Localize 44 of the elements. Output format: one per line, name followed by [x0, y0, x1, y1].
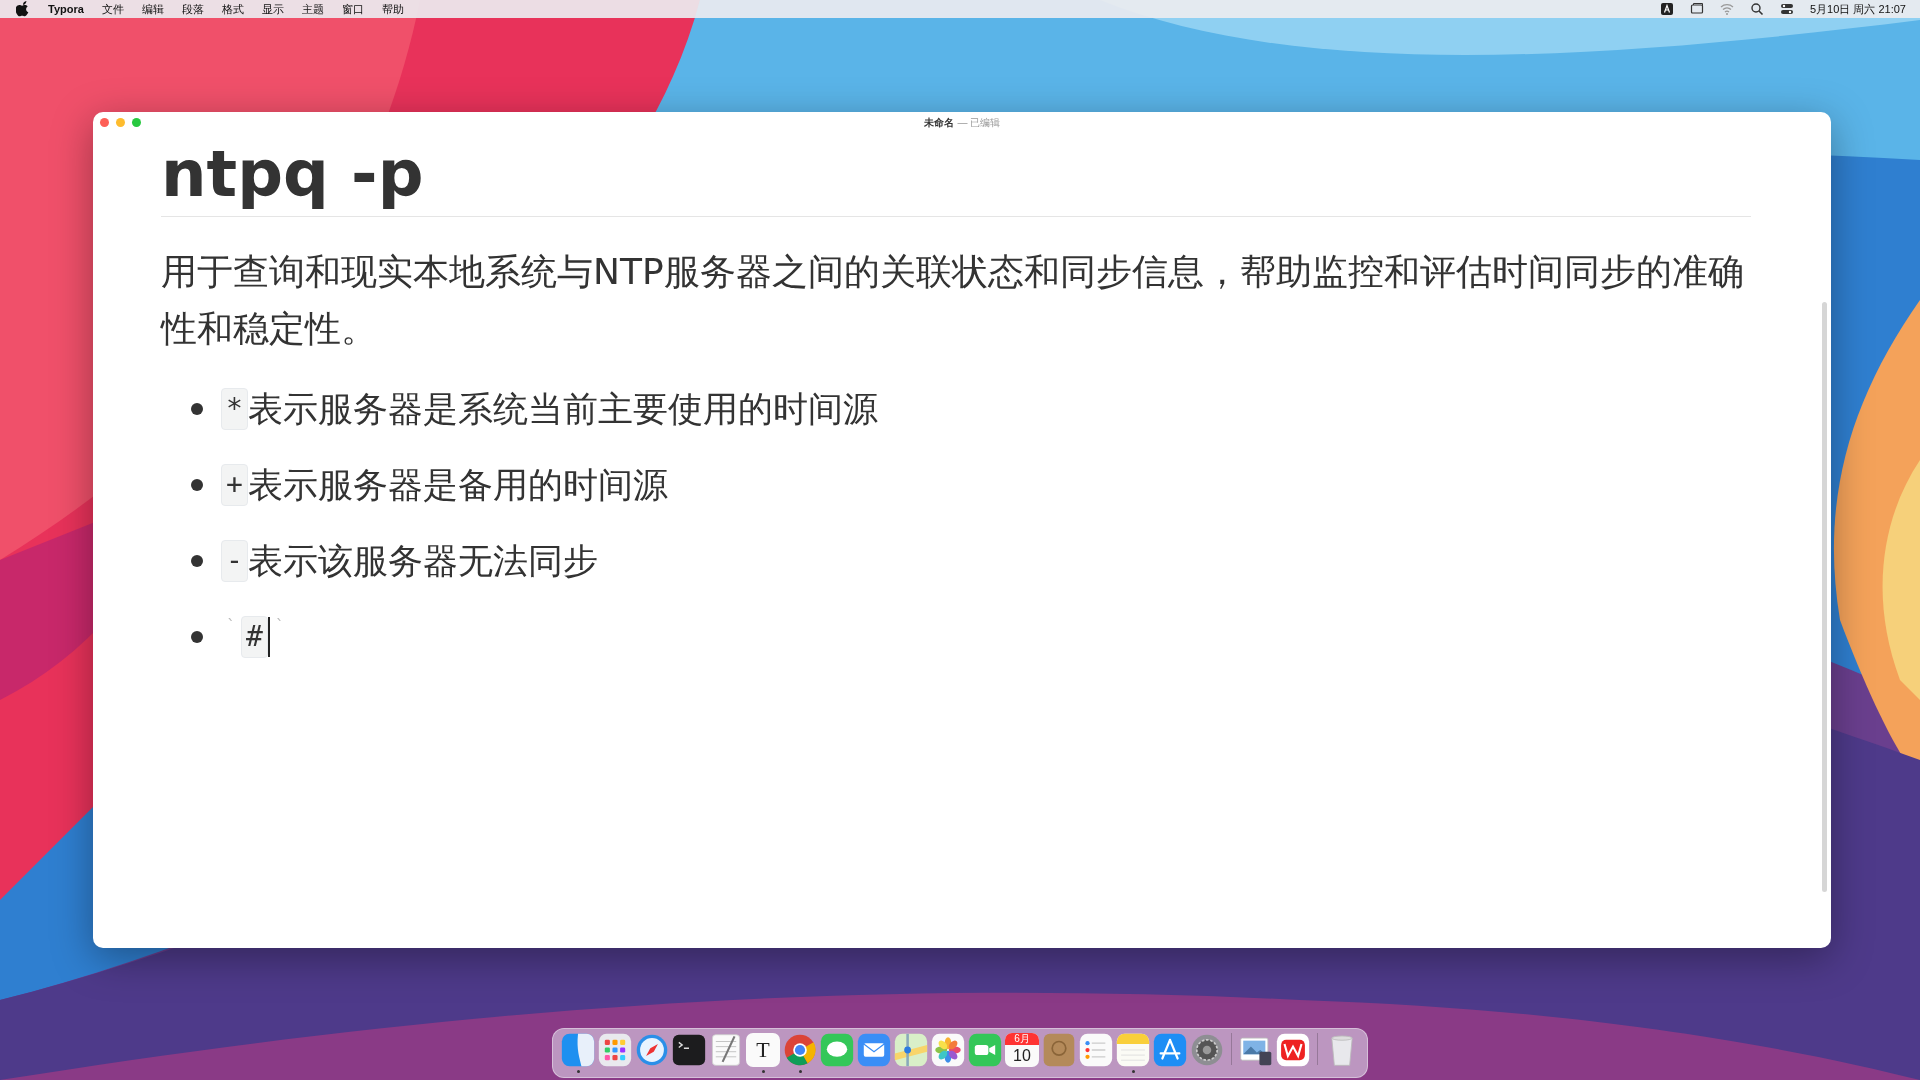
list-item-text: 表示服务器是系统当前主要使用的时间源 [247, 387, 878, 431]
zoom-button[interactable] [132, 117, 141, 127]
bullet-dot [191, 631, 203, 643]
notepad-icon[interactable] [709, 1033, 743, 1067]
text-cursor [267, 617, 270, 657]
browser-icon[interactable] [783, 1033, 817, 1067]
bullet-dot [191, 555, 203, 567]
clock[interactable]: 5月10日 周六 21:07 [1810, 1, 1906, 17]
inline-code: * [221, 388, 248, 430]
menu-item[interactable]: 主题 [301, 1, 324, 17]
text-editor-icon[interactable]: T [746, 1033, 780, 1067]
input-source-icon[interactable] [1660, 2, 1674, 16]
settings-icon[interactable] [1190, 1033, 1224, 1067]
menu-item[interactable]: 编辑 [141, 1, 164, 17]
bullet-dot [191, 479, 203, 491]
heading: ntpq -p [161, 138, 1751, 217]
scrollbar[interactable] [1822, 302, 1827, 892]
paragraph: 用于查询和现实本地系统与NTP服务器之间的关联状态和同步信息，帮助监控和评估时间同步的准确性和稳定性。 [161, 250, 1745, 351]
menu-item[interactable]: 帮助 [381, 1, 404, 17]
toggles-icon[interactable] [1780, 2, 1794, 16]
menu-item[interactable]: 格式 [221, 1, 244, 17]
edited-status: — 已编辑 [957, 117, 1001, 128]
bullet-dot [191, 403, 203, 415]
close-button[interactable] [100, 117, 109, 127]
wifi-icon[interactable] [1720, 2, 1734, 16]
backtick-mark: ` [227, 616, 235, 635]
display-icon[interactable] [1690, 2, 1704, 16]
inline-code: + [221, 464, 248, 506]
search-icon[interactable] [1750, 2, 1764, 16]
menu-item[interactable]: 段落 [181, 1, 204, 17]
inline-code: # [241, 616, 268, 658]
calendar-icon[interactable]: 6月 10 [1005, 1033, 1039, 1067]
inline-code: - [221, 540, 248, 582]
minimize-button[interactable] [116, 117, 125, 127]
menu-item[interactable]: 文件 [101, 1, 124, 17]
menu-item[interactable]: 显示 [261, 1, 284, 17]
compass-icon[interactable] [635, 1033, 669, 1067]
menu-item[interactable]: 窗口 [341, 1, 364, 17]
apple-icon[interactable] [16, 1, 30, 17]
app-menu[interactable]: Typora [48, 3, 84, 15]
list-item-text: 表示该服务器无法同步 [247, 539, 598, 583]
list-item-text: 表示服务器是备用的时间源 [247, 463, 668, 507]
backtick-mark: ` [275, 616, 284, 635]
window-title: 未命名 [923, 117, 954, 128]
